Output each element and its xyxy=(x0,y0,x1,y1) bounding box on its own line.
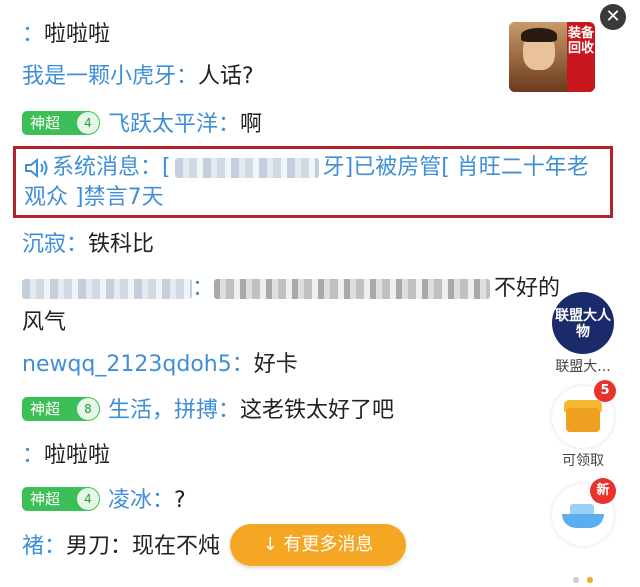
blurred-username xyxy=(174,158,319,178)
badge-level: 4 xyxy=(76,111,100,135)
fan-badge[interactable]: 神超 8 xyxy=(22,397,100,421)
message-text: 啦啦啦 xyxy=(44,443,111,468)
username[interactable]: newqq_2123qdoh5 xyxy=(22,352,232,377)
name-colon: ： xyxy=(176,64,199,89)
fan-badge[interactable]: 神超 4 xyxy=(22,487,100,511)
page-dot-active xyxy=(587,577,593,583)
username[interactable]: 生活，拼搏 xyxy=(108,398,218,423)
page-dot xyxy=(573,577,579,583)
chat-message: 神超 4 凌冰：? xyxy=(22,486,186,516)
badge-level: 8 xyxy=(76,397,100,421)
message-text: 铁科比 xyxy=(88,232,155,257)
blurred-username[interactable] xyxy=(22,279,192,299)
alliance-widget[interactable]: 联盟大人物 联盟大... xyxy=(550,292,616,376)
name-colon: ： xyxy=(22,443,45,468)
alliance-icon: 联盟大人物 xyxy=(552,292,614,354)
chat-message: ：啦啦啦 xyxy=(22,20,110,50)
chat-message: newqq_2123qdoh5：好卡 xyxy=(22,350,298,380)
alliance-title: 联盟大人物 xyxy=(555,308,611,340)
chat-message: 沉寂：铁科比 xyxy=(22,230,154,260)
name-colon: ： xyxy=(44,534,67,559)
username[interactable]: 沉寂 xyxy=(22,232,66,257)
name-colon: ： xyxy=(192,276,215,301)
chat-message: 神超 4 飞跃太平洋：啊 xyxy=(22,110,262,140)
chat-message: ：不好的风气 xyxy=(22,272,582,340)
name-colon: ： xyxy=(218,398,241,423)
chat-message: 我是一颗小虎牙：人话? xyxy=(22,62,254,92)
chat-message: ：啦啦啦 xyxy=(22,441,110,471)
name-colon: ： xyxy=(22,22,45,47)
page-indicator xyxy=(573,568,601,587)
blurred-text xyxy=(214,279,491,299)
message-text: 人话? xyxy=(198,64,254,89)
speaker-icon xyxy=(25,158,48,178)
name-colon: ： xyxy=(66,232,89,257)
banner-tag: 装备回收 xyxy=(567,22,595,92)
banner-portrait xyxy=(509,22,569,92)
alliance-label: 联盟大... xyxy=(555,359,611,375)
username[interactable]: 飞跃太平洋 xyxy=(108,112,218,137)
ship-icon: 新 xyxy=(552,478,616,546)
fan-badge[interactable]: 神超 4 xyxy=(22,111,100,135)
ship-widget[interactable]: 新 xyxy=(550,478,616,546)
message-text: 啦啦啦 xyxy=(44,22,111,47)
chest-label: 可领取 xyxy=(562,453,604,469)
system-message-highlight: 系统消息：[牙]已被房管[ 肖旺二十年老观众 ]禁言7天 xyxy=(13,146,613,218)
blurred-suffix: 牙 xyxy=(322,155,345,180)
equipment-recycle-banner[interactable]: 装备回收 xyxy=(509,22,595,92)
message-text: ? xyxy=(174,488,186,513)
chat-message: 褚：男刀：现在不炖 xyxy=(22,532,220,562)
name-colon: ： xyxy=(231,352,254,377)
new-badge: 新 xyxy=(590,478,616,504)
system-label: 系统消息： xyxy=(52,155,163,180)
more-messages-button[interactable]: ↓ 有更多消息 xyxy=(230,524,406,566)
message-text: 好卡 xyxy=(253,352,298,377)
badge-level: 4 xyxy=(76,487,100,511)
treasure-chest-widget[interactable]: 5 可领取 xyxy=(550,380,616,470)
username[interactable]: 我是一颗小虎牙 xyxy=(22,64,176,89)
message-text: 这老铁太好了吧 xyxy=(240,398,395,423)
name-colon: ： xyxy=(152,488,175,513)
username[interactable]: 褚 xyxy=(22,534,44,559)
message-text: 男刀：现在不炖 xyxy=(66,534,221,559)
message-text: 啊 xyxy=(240,112,263,137)
chat-message: 神超 8 生活，拼搏：这老铁太好了吧 xyxy=(22,396,394,426)
name-colon: ： xyxy=(218,112,241,137)
close-icon[interactable]: ✕ xyxy=(600,4,626,30)
bracket-open: [ xyxy=(162,155,171,180)
chest-count-badge: 5 xyxy=(594,380,616,402)
chest-icon: 5 xyxy=(552,380,616,448)
username[interactable]: 凌冰 xyxy=(108,488,152,513)
